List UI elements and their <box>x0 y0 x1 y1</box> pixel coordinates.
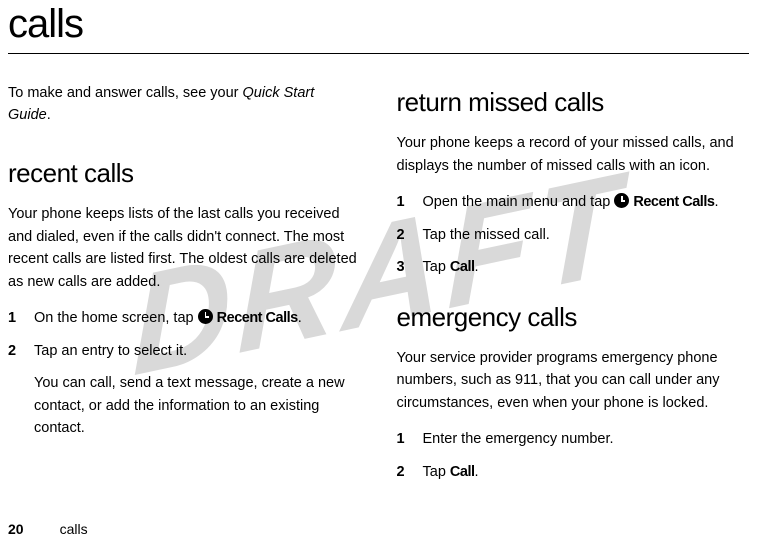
footer-section: calls <box>60 521 88 537</box>
call-label: Call <box>450 464 475 480</box>
step-body: Tap Call. <box>423 461 750 483</box>
recent-calls-heading: recent calls <box>8 153 361 193</box>
left-column: To make and answer calls, see your Quick… <box>8 82 361 493</box>
emergency-para: Your service provider programs emergency… <box>397 347 750 414</box>
step-body: Tap the missed call. <box>423 224 750 246</box>
two-column-layout: To make and answer calls, see your Quick… <box>8 82 749 493</box>
missed-step-2: 2 Tap the missed call. <box>397 224 750 246</box>
return-missed-para: Your phone keeps a record of your missed… <box>397 132 750 177</box>
recent-calls-icon <box>198 309 213 324</box>
emergency-step-1: 1 Enter the emergency number. <box>397 428 750 450</box>
step-suffix: . <box>714 194 718 210</box>
recent-calls-icon <box>614 193 629 208</box>
step-number: 3 <box>397 256 423 278</box>
recent-step-2: 2 Tap an entry to select it. <box>8 340 361 362</box>
step-suffix: . <box>475 259 479 275</box>
step-prefix: On the home screen, tap <box>34 310 198 326</box>
page-number: 20 <box>8 521 24 537</box>
step-number: 2 <box>397 461 423 483</box>
step-prefix: Open the main menu and tap <box>423 194 615 210</box>
recent-calls-label: Recent Calls <box>633 194 714 210</box>
recent-step-1: 1 On the home screen, tap Recent Calls. <box>8 307 361 329</box>
step-body: Open the main menu and tap Recent Calls. <box>423 191 750 213</box>
page-footer: 20 calls <box>8 521 88 537</box>
step-suffix: . <box>298 310 302 326</box>
step-number: 1 <box>397 191 423 213</box>
right-column: return missed calls Your phone keeps a r… <box>397 82 750 493</box>
intro-prefix: To make and answer calls, see your <box>8 85 243 101</box>
step-prefix: Tap <box>423 464 450 480</box>
return-missed-heading: return missed calls <box>397 82 750 122</box>
step-body: Enter the emergency number. <box>423 428 750 450</box>
page-title: calls <box>8 0 749 54</box>
step-number: 1 <box>8 307 34 329</box>
missed-step-3: 3 Tap Call. <box>397 256 750 278</box>
step-number: 2 <box>397 224 423 246</box>
recent-calls-para: Your phone keeps lists of the last calls… <box>8 203 361 293</box>
step-suffix: . <box>475 464 479 480</box>
step-prefix: Tap <box>423 259 450 275</box>
step-number: 2 <box>8 340 34 362</box>
missed-step-1: 1 Open the main menu and tap Recent Call… <box>397 191 750 213</box>
intro-text: To make and answer calls, see your Quick… <box>8 82 361 127</box>
emergency-step-2: 2 Tap Call. <box>397 461 750 483</box>
recent-sub-para: You can call, send a text message, creat… <box>34 372 361 439</box>
step-body: On the home screen, tap Recent Calls. <box>34 307 361 329</box>
step-body: Tap an entry to select it. <box>34 340 361 362</box>
step-number: 1 <box>397 428 423 450</box>
call-label: Call <box>450 259 475 275</box>
intro-suffix: . <box>47 107 51 123</box>
recent-calls-label: Recent Calls <box>217 310 298 326</box>
emergency-heading: emergency calls <box>397 297 750 337</box>
step-body: Tap Call. <box>423 256 750 278</box>
